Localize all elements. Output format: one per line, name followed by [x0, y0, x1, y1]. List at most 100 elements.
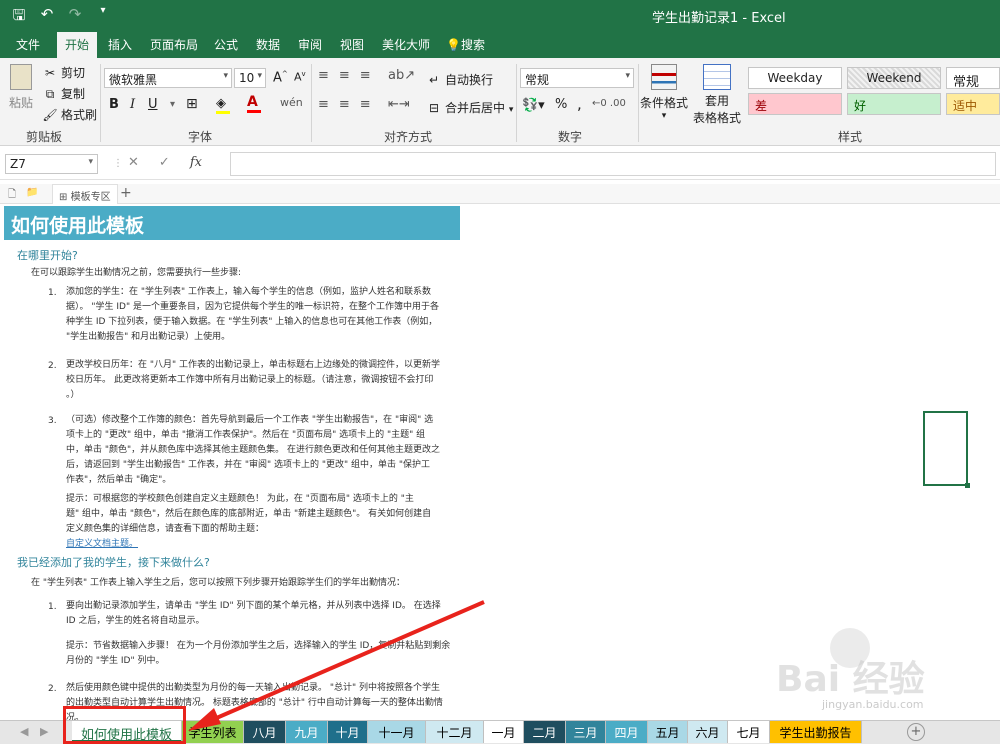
fill-handle[interactable]	[965, 483, 970, 488]
sheet-tab[interactable]: 一月	[484, 721, 524, 743]
decimal-icons[interactable]: ←0 .00	[592, 98, 626, 109]
watermark: Bai 经验	[776, 659, 925, 700]
sheet-tab[interactable]: 学生出勤报告	[770, 721, 862, 743]
name-box[interactable]: Z7 ▾	[5, 154, 98, 174]
sheet-tab[interactable]: 二月	[524, 721, 566, 743]
customize-qat-icon[interactable]: ▾	[94, 5, 112, 30]
ribbon: 粘贴 ✂ 剪切 ⧉ 复制 🖌 格式刷 剪贴板 微软雅黑 ▾ 10 ▾ A^ Av B I …	[0, 58, 1000, 146]
group-label-alignment: 对齐方式	[384, 130, 433, 144]
tip-text: 提示：可根据您的学校颜色创建自定义主题颜色！ 为此，在 "页面布局" 选项卡上的…	[66, 492, 431, 552]
sheet-tab[interactable]: 十一月	[368, 721, 426, 743]
tab-home[interactable]: 开始	[57, 32, 98, 58]
intro-text: 在可以跟踪学生出勤情况之前，您需要执行一些步骤:	[31, 268, 242, 278]
divider	[638, 64, 639, 142]
new-file-icon[interactable]: 🗋	[8, 187, 16, 204]
chevron-down-icon[interactable]: ▾	[170, 99, 175, 110]
border-icon[interactable]: ⊞	[186, 96, 198, 112]
style-weekday[interactable]: Weekday	[748, 67, 842, 89]
sheet-tab[interactable]: 十二月	[426, 721, 484, 743]
tab-formulas[interactable]: 公式	[214, 36, 238, 53]
chevron-down-icon: ▾	[257, 71, 262, 81]
drag-handle-icon[interactable]: ⋮	[113, 158, 123, 169]
conditional-format-button[interactable]: 条件格式 ▾	[640, 64, 688, 121]
sheet-tab[interactable]: 十月	[328, 721, 368, 743]
font-size-select[interactable]: 10 ▾	[234, 68, 266, 88]
percent-button[interactable]: %	[555, 97, 567, 112]
sheet-tab[interactable]: 四月	[606, 721, 648, 743]
add-workbook-icon[interactable]: +	[120, 185, 132, 201]
font-name-select[interactable]: 微软雅黑 ▾	[104, 68, 232, 88]
indent-icons[interactable]: ⇤⇥	[388, 97, 410, 112]
lightbulb-icon: 💡	[446, 38, 461, 52]
sheet-tab[interactable]: 三月	[566, 721, 606, 743]
underline-button[interactable]: U	[148, 97, 158, 112]
divider	[516, 64, 517, 142]
style-good[interactable]: 好	[847, 93, 941, 115]
style-neutral[interactable]: 适中	[946, 93, 1000, 115]
formula-input[interactable]	[230, 152, 996, 176]
help-link[interactable]: 自定义文档主题。	[66, 537, 431, 552]
orientation-icon[interactable]: ab↗	[388, 68, 415, 83]
bold-button[interactable]: B	[109, 97, 119, 112]
currency-icon[interactable]: 💱▾	[522, 98, 545, 113]
sheet-tab[interactable]: 五月	[648, 721, 688, 743]
page-title: 如何使用此模板	[4, 206, 460, 240]
grow-font-icon[interactable]: A^	[273, 70, 288, 85]
number-format-select[interactable]: 常规 ▾	[520, 68, 634, 88]
undo-icon[interactable]: ↶	[38, 5, 56, 30]
phonetic-icon[interactable]: wén	[280, 96, 303, 109]
add-sheet-icon[interactable]: +	[907, 723, 925, 741]
insert-function-icon[interactable]: fx	[190, 155, 202, 170]
fill-color-icon[interactable]: ◈	[216, 96, 230, 114]
vertical-align-icons[interactable]: ≡≡≡	[318, 68, 381, 83]
save-icon[interactable]: 🖫	[10, 5, 28, 30]
section-heading: 在哪里开始?	[17, 249, 78, 262]
divider	[100, 64, 101, 142]
sheet-tab[interactable]: 六月	[688, 721, 728, 743]
italic-button[interactable]: I	[130, 97, 135, 112]
group-label-styles: 样式	[838, 130, 863, 144]
folder-icon[interactable]: 📁	[26, 187, 38, 198]
tab-beautify[interactable]: 美化大师	[382, 36, 430, 53]
copy-icon: ⧉	[45, 87, 55, 101]
tab-page-layout[interactable]: 页面布局	[150, 36, 198, 53]
template-zone-tab[interactable]: ⊞ 模板专区	[52, 184, 118, 204]
sheet-tab[interactable]: 七月	[728, 721, 770, 743]
redo-icon[interactable]: ↷	[66, 5, 84, 30]
style-bad[interactable]: 差	[748, 93, 842, 115]
step-text: 要向出勤记录添加学生，请单击 "学生 ID" 列下面的某个单元格，并从列表中选择…	[66, 601, 441, 626]
quick-access-toolbar: 🖫 ↶ ↷ ▾	[10, 5, 112, 30]
scroll-right-icon[interactable]: ▶	[40, 725, 48, 738]
cut-button[interactable]: ✂ 剪切	[42, 64, 85, 82]
formula-bar: Z7 ▾ ⋮ ✕ ✓ fx	[0, 146, 1000, 180]
tab-view[interactable]: 视图	[340, 36, 364, 53]
tab-insert[interactable]: 插入	[108, 36, 132, 53]
scroll-left-icon[interactable]: ◀	[20, 725, 28, 738]
chevron-down-icon: ▾	[223, 71, 228, 81]
cancel-icon[interactable]: ✕	[128, 155, 139, 170]
format-as-table-button[interactable]: 套用 表格格式	[690, 64, 744, 126]
style-normal[interactable]: 常规	[946, 67, 1000, 89]
tab-data[interactable]: 数据	[256, 36, 280, 53]
wrap-text-button[interactable]: ↵ 自动换行	[426, 71, 493, 89]
copy-button[interactable]: ⧉ 复制	[42, 85, 85, 103]
enter-icon[interactable]: ✓	[159, 155, 170, 170]
sheet-tab[interactable]: 九月	[286, 721, 328, 743]
tip-text: 提示：节省数据输入步骤！ 在为一个月份添加学生之后，选择输入的学生 ID，复制并…	[66, 641, 451, 666]
sheet-tab[interactable]: 学生列表	[182, 721, 244, 743]
font-color-icon[interactable]: A	[247, 94, 261, 113]
format-painter-button[interactable]: 🖌 格式刷	[42, 106, 97, 124]
group-label-number: 数字	[558, 130, 583, 144]
horizontal-align-icons[interactable]: ≡≡≡	[318, 97, 381, 112]
sheet-tab[interactable]: 八月	[244, 721, 286, 743]
comma-button[interactable]: ,	[577, 95, 582, 113]
shrink-font-icon[interactable]: Av	[294, 70, 306, 84]
merge-center-button[interactable]: ⊟ 合并后居中 ▾	[426, 99, 513, 117]
tab-file[interactable]: 文件	[16, 36, 40, 53]
tab-search[interactable]: 💡搜索	[446, 36, 485, 53]
style-weekend[interactable]: Weekend	[847, 67, 941, 89]
selected-cell[interactable]	[923, 411, 970, 488]
tab-review[interactable]: 审阅	[298, 36, 322, 53]
paste-button[interactable]: 粘贴	[6, 64, 36, 118]
formula-buttons: ✕ ✓ fx	[128, 155, 202, 170]
